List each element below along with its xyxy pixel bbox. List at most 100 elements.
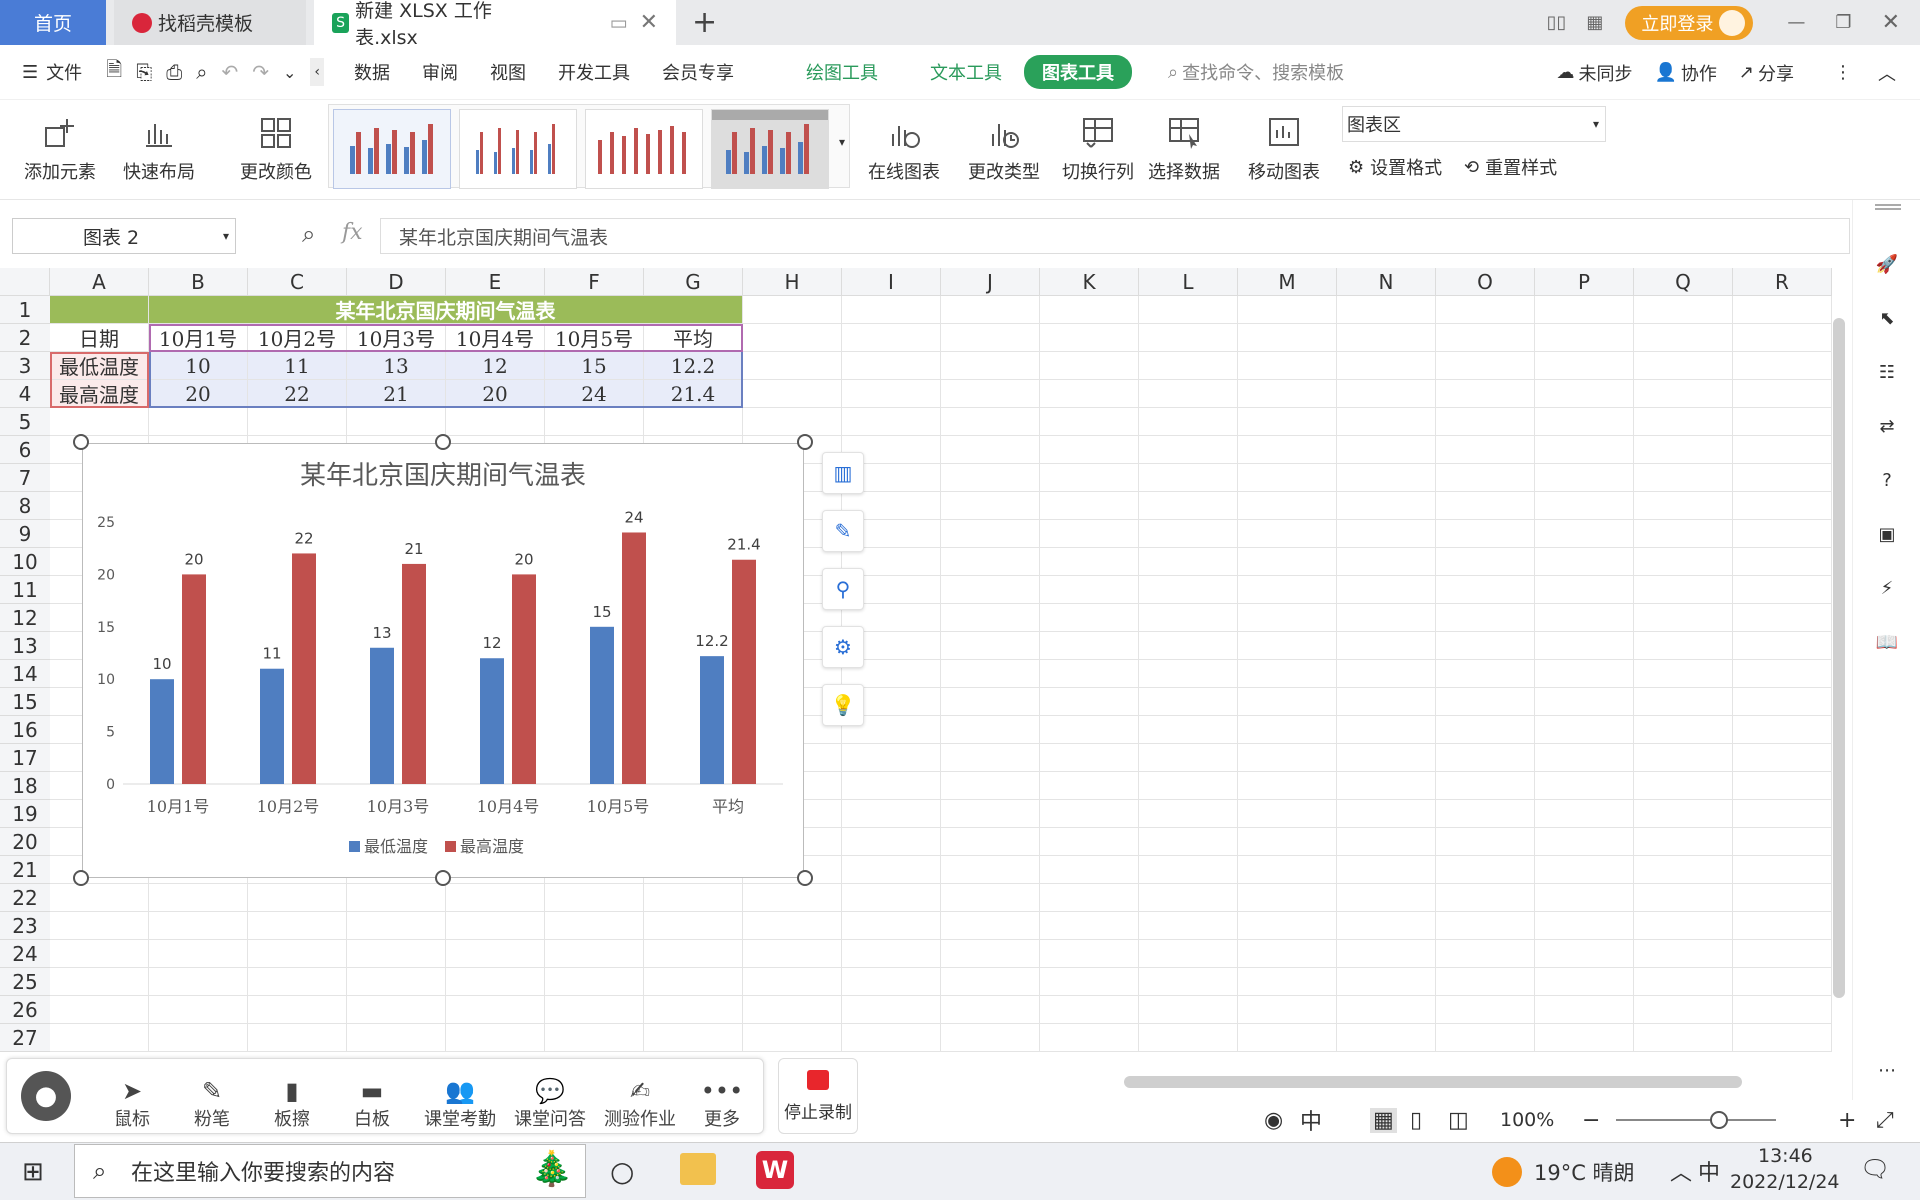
grid-cell[interactable] <box>1040 408 1139 436</box>
grid-cell[interactable] <box>941 632 1040 660</box>
grid-cell[interactable] <box>545 912 644 940</box>
bar[interactable] <box>590 626 614 784</box>
grid-cell[interactable] <box>842 884 941 912</box>
grid-cell[interactable] <box>1238 380 1337 408</box>
grid-cell[interactable] <box>1337 436 1436 464</box>
grid-cell[interactable] <box>1733 716 1832 744</box>
grid-cell[interactable] <box>1337 996 1436 1024</box>
page-layout-icon[interactable]: ▯ <box>1410 1108 1422 1133</box>
y-tick-label[interactable]: 5 <box>106 725 115 741</box>
row-header[interactable]: 15 <box>0 688 50 716</box>
grid-cell[interactable] <box>1238 828 1337 856</box>
grid-cell[interactable] <box>842 744 941 772</box>
sliders-icon[interactable]: ☷ <box>1873 358 1901 386</box>
table-title-blank[interactable] <box>50 296 149 324</box>
grid-cell[interactable] <box>1139 324 1238 352</box>
grid-cell[interactable] <box>1436 576 1535 604</box>
grid-cell[interactable] <box>1634 828 1733 856</box>
menu-chart-tools[interactable]: 图表工具 <box>1018 45 1138 100</box>
grid-cell[interactable] <box>1040 296 1139 324</box>
grid-cell[interactable] <box>1634 856 1733 884</box>
scroll-left-icon[interactable]: ‹ <box>310 58 324 86</box>
grid-cell[interactable] <box>1040 604 1139 632</box>
cursor-icon[interactable]: ⬉ <box>1873 304 1901 332</box>
row-header[interactable]: 12 <box>0 604 50 632</box>
grid-cell[interactable] <box>1436 520 1535 548</box>
grid-cell[interactable] <box>1139 436 1238 464</box>
grid-cell[interactable] <box>941 772 1040 800</box>
grid-cell[interactable] <box>644 968 743 996</box>
column-header[interactable]: E <box>446 268 545 296</box>
resize-handle[interactable] <box>435 434 451 450</box>
rocket-icon[interactable]: 🚀 <box>1873 250 1901 278</box>
grid-cell[interactable] <box>1436 716 1535 744</box>
grid-cell[interactable] <box>1337 464 1436 492</box>
grid-cell[interactable] <box>1733 632 1832 660</box>
grid-cell[interactable] <box>1436 828 1535 856</box>
user-avatar[interactable]: ● <box>21 1071 71 1121</box>
grid-cell[interactable] <box>1436 1024 1535 1052</box>
grid-cell[interactable] <box>743 884 842 912</box>
grid-cell[interactable] <box>743 324 842 352</box>
resize-handle[interactable] <box>797 870 813 886</box>
grid-cell[interactable] <box>1238 548 1337 576</box>
grid-cell[interactable] <box>842 324 941 352</box>
grid-cell[interactable] <box>842 380 941 408</box>
data-label[interactable]: 21.4 <box>727 536 760 554</box>
chart-area[interactable]: 某年北京国庆期间气温表 0 5 10 15 20 25 10 20 10月1号 11 22 10月2号 1… <box>82 443 804 878</box>
grid-cell[interactable] <box>1238 996 1337 1024</box>
grid-cell[interactable] <box>1535 380 1634 408</box>
grid-cell[interactable] <box>743 1024 842 1052</box>
grid-cell[interactable] <box>941 436 1040 464</box>
grid-cell[interactable] <box>1634 884 1733 912</box>
row-header[interactable]: 1 <box>0 296 50 324</box>
grid-cell[interactable] <box>1139 492 1238 520</box>
grid-cell[interactable] <box>1040 940 1139 968</box>
grid-cell[interactable] <box>1238 940 1337 968</box>
grid-cell[interactable] <box>1634 940 1733 968</box>
bar[interactable] <box>480 658 504 784</box>
grid-cell[interactable] <box>248 912 347 940</box>
row-header[interactable]: 10 <box>0 548 50 576</box>
grid-cell[interactable] <box>347 1024 446 1052</box>
column-header[interactable]: L <box>1139 268 1238 296</box>
grid-cell[interactable] <box>149 884 248 912</box>
grid-cell[interactable] <box>842 1024 941 1052</box>
grid-cell[interactable] <box>1337 772 1436 800</box>
grid-cell[interactable] <box>1040 352 1139 380</box>
scroll-thumb[interactable] <box>1833 318 1845 998</box>
grid-cell[interactable] <box>941 548 1040 576</box>
menu-draw-tools[interactable]: 绘图工具 <box>790 45 894 100</box>
grid-cell[interactable] <box>1436 296 1535 324</box>
grid-cell[interactable] <box>644 408 743 436</box>
grid-cell[interactable] <box>1634 464 1733 492</box>
row-header[interactable]: 4 <box>0 380 50 408</box>
grid-cell[interactable] <box>1139 912 1238 940</box>
grid-cell[interactable] <box>1139 688 1238 716</box>
y-tick-label[interactable]: 0 <box>106 777 115 793</box>
row-header[interactable]: 14 <box>0 660 50 688</box>
grid-cell[interactable] <box>1436 632 1535 660</box>
grid-cell[interactable] <box>1337 408 1436 436</box>
row-header[interactable]: 11 <box>0 576 50 604</box>
grid-cell[interactable] <box>1535 436 1634 464</box>
export-icon[interactable]: ⎘ <box>136 60 152 84</box>
grid-cell[interactable] <box>347 408 446 436</box>
x-tick-label[interactable]: 10月5号 <box>587 797 650 816</box>
tool-mouse[interactable]: ➤ 鼠标 <box>89 1067 175 1131</box>
grid-cell[interactable] <box>1238 884 1337 912</box>
grid-cell[interactable] <box>1733 492 1832 520</box>
grid-cell[interactable] <box>545 940 644 968</box>
grid-cell[interactable] <box>1436 436 1535 464</box>
grid-cell[interactable] <box>1733 1024 1832 1052</box>
grid-cell[interactable] <box>1040 744 1139 772</box>
tab-template[interactable]: 找稻壳模板 <box>114 0 306 45</box>
grid-cell[interactable] <box>743 968 842 996</box>
grid-cell[interactable] <box>1040 800 1139 828</box>
grid-cell[interactable] <box>1337 324 1436 352</box>
y-tick-label[interactable]: 15 <box>97 620 115 636</box>
grid-cell[interactable] <box>1238 632 1337 660</box>
grid-cell[interactable] <box>1040 464 1139 492</box>
grid-cell[interactable] <box>842 828 941 856</box>
grid-cell[interactable] <box>149 1024 248 1052</box>
